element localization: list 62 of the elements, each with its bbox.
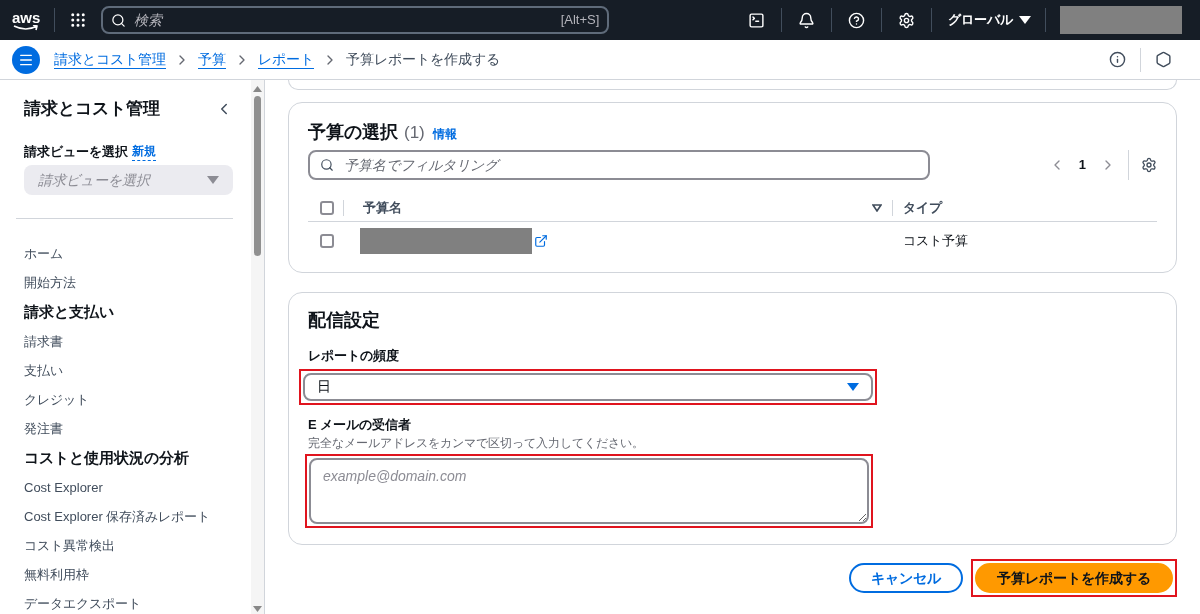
sidebar-item[interactable]: 無料利用枠	[24, 560, 233, 589]
view-label: 請求ビューを選択	[24, 142, 128, 161]
checkbox[interactable]	[320, 234, 334, 248]
info-icon[interactable]	[1109, 51, 1126, 68]
external-link-icon[interactable]	[534, 234, 548, 248]
caret-icon	[847, 382, 859, 391]
scrollbar[interactable]	[251, 80, 264, 614]
table-cell-text: コスト予算	[903, 232, 969, 251]
scroll-up-icon[interactable]	[253, 86, 262, 92]
breadcrumb-link[interactable]: 予算	[198, 49, 226, 70]
sort-icon[interactable]	[872, 203, 882, 212]
caret-icon	[207, 176, 219, 184]
terminal-icon[interactable]	[748, 11, 765, 29]
search-icon	[111, 12, 127, 28]
region-menu[interactable]: グローバル	[948, 10, 1031, 30]
sidebar-section-heading: 請求と支払い	[24, 301, 115, 322]
shortcut-hint: [Alt+S]	[560, 11, 600, 30]
search-icon	[320, 158, 334, 172]
caret-icon	[1019, 16, 1031, 24]
sidebar-item[interactable]: データエクスポート	[24, 589, 233, 614]
scroll-down-icon[interactable]	[253, 606, 262, 612]
new-badge[interactable]: 新規	[132, 141, 156, 161]
search-field[interactable]: 検索 [Alt+S]	[101, 6, 610, 34]
column-header[interactable]: 予算名	[363, 197, 402, 218]
create-report-button[interactable]: 予算レポートを作成する	[975, 563, 1173, 593]
sidebar-item[interactable]: ホーム	[24, 239, 233, 268]
field-label: E メールの受信者	[308, 415, 413, 434]
apps-grid-icon[interactable]	[69, 11, 88, 29]
settings-icon[interactable]	[1141, 157, 1157, 173]
card-title: 予算の選択	[308, 121, 398, 144]
filter-field[interactable]: 予算名でフィルタリング	[308, 150, 930, 180]
sidebar-item[interactable]: コスト異常検出	[24, 531, 233, 560]
help-icon[interactable]	[848, 11, 865, 29]
search-placeholder: 検索	[134, 10, 164, 30]
cancel-button[interactable]: キャンセル	[849, 563, 963, 593]
sidebar-item[interactable]: 発注書	[24, 414, 233, 443]
sidebar-item[interactable]: Cost Explorer	[24, 473, 233, 502]
page-number[interactable]: 1	[1078, 155, 1086, 175]
sidebar-item[interactable]: 請求書	[24, 327, 233, 356]
checkbox[interactable]	[320, 200, 334, 215]
frequency-select[interactable]: 日	[303, 372, 873, 401]
sidebar-item[interactable]: クレジット	[24, 385, 233, 414]
menu-button[interactable]	[12, 45, 40, 74]
field-label: レポートの頻度	[308, 347, 400, 365]
hexagon-icon[interactable]	[1155, 51, 1172, 68]
info-link[interactable]: 情報	[432, 125, 457, 143]
sidebar-section-heading: コストと使用状況の分析	[24, 447, 190, 468]
sidebar-item[interactable]: 開始方法	[24, 268, 233, 297]
budget-count: (1)	[404, 122, 425, 144]
card-title: 配信設定	[308, 309, 381, 332]
breadcrumb-link[interactable]: レポート	[258, 49, 314, 70]
breadcrumb-link[interactable]: 請求とコスト管理	[54, 49, 166, 70]
email-recipients-field[interactable]: example@domain.com	[309, 458, 869, 524]
logo[interactable]: aws	[12, 9, 41, 31]
field-hint: 完全なメールアドレスをカンマで区切って入力してください。	[308, 435, 645, 452]
sidebar-title: 請求とコスト管理	[24, 98, 160, 120]
scrollbar-thumb[interactable]	[254, 96, 261, 256]
notifications-icon[interactable]	[798, 11, 815, 29]
sidebar-item[interactable]: Cost Explorer 保存済みレポート	[24, 502, 233, 531]
sidebar-item[interactable]: 支払い	[24, 356, 233, 385]
breadcrumb-current: 予算レポートを作成する	[346, 50, 500, 69]
column-header[interactable]: タイプ	[903, 197, 1157, 218]
